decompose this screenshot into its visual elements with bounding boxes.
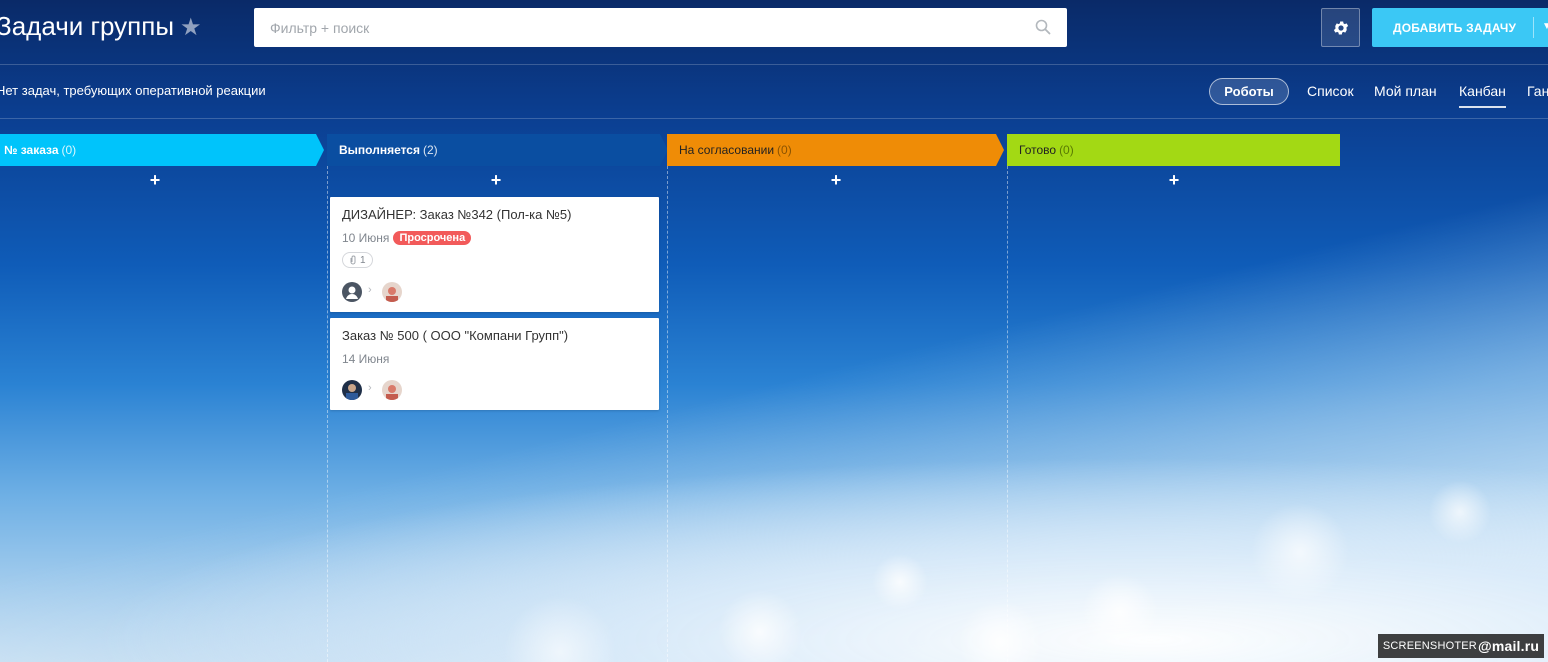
gear-icon <box>1333 20 1348 35</box>
add-card-button-approval[interactable]: + <box>826 170 846 190</box>
task-card[interactable]: Заказ № 500 ( ООО "Компани Групп") 14 Ию… <box>330 318 659 410</box>
watermark-right: @mail.ru <box>1477 638 1540 654</box>
responsible-avatar[interactable] <box>382 282 402 302</box>
column-count: (2) <box>422 143 438 157</box>
tab-list[interactable]: Список <box>1307 83 1354 99</box>
attachments-count: 1 <box>360 254 366 266</box>
column-header-new[interactable]: № заказа (0) <box>0 134 324 166</box>
task-date: 10 Июня <box>342 231 390 245</box>
chevron-right-icon: › <box>368 382 372 394</box>
header-divider <box>0 64 1548 65</box>
column-divider <box>327 166 328 662</box>
watermark-left: SCREENSHOTER <box>1382 640 1477 652</box>
star-icon[interactable]: ★ <box>180 14 202 41</box>
column-name: На согласовании <box>679 143 775 157</box>
column-name: № заказа <box>4 143 59 157</box>
tab-kanban[interactable]: Канбан <box>1459 83 1506 108</box>
column-name: Готово <box>1019 143 1057 157</box>
column-divider <box>1007 166 1008 662</box>
task-card[interactable]: ДИЗАЙНЕР: Заказ №342 (Пол-ка №5) 10 Июня… <box>330 197 659 312</box>
notice-text: Нет задач, требующих оперативной реакции <box>0 83 266 98</box>
search-icon[interactable] <box>1034 18 1052 36</box>
column-header-done[interactable]: Готово (0) <box>1007 134 1340 166</box>
task-title[interactable]: Заказ № 500 ( ООО "Компани Групп") <box>342 328 568 343</box>
column-header-in-progress[interactable]: Выполняется (2) <box>327 134 668 166</box>
add-card-button-in-progress[interactable]: + <box>486 170 506 190</box>
page-title: Задачи группы ★ <box>0 11 202 42</box>
column-header-approval[interactable]: На согласовании (0) <box>667 134 1004 166</box>
column-arrow <box>996 134 1004 166</box>
paperclip-icon <box>350 255 356 265</box>
subheader-divider <box>0 118 1548 119</box>
column-arrow <box>316 134 324 166</box>
button-divider <box>1533 17 1534 38</box>
screenshoter-watermark: SCREENSHOTER @mail.ru <box>1378 634 1544 658</box>
creator-avatar[interactable] <box>342 380 362 400</box>
add-card-button-new[interactable]: + <box>145 170 165 190</box>
attachments-counter[interactable]: 1 <box>342 252 373 268</box>
page-title-text: Задачи группы <box>0 11 175 41</box>
column-name: Выполняется <box>339 143 420 157</box>
overdue-badge: Просрочена <box>393 231 472 245</box>
column-divider <box>667 166 668 662</box>
tab-gantt[interactable]: Ган <box>1527 83 1548 99</box>
tab-my-plan[interactable]: Мой план <box>1374 83 1437 99</box>
column-count: (0) <box>777 143 792 157</box>
responsible-avatar[interactable] <box>382 380 402 400</box>
add-card-button-done[interactable]: + <box>1164 170 1184 190</box>
chevron-right-icon: › <box>368 284 372 296</box>
settings-button[interactable] <box>1321 8 1360 47</box>
task-title[interactable]: ДИЗАЙНЕР: Заказ №342 (Пол-ка №5) <box>342 207 572 222</box>
chevron-down-icon[interactable]: ▼ <box>1542 21 1548 32</box>
task-deadline: 14 Июня <box>342 352 389 366</box>
creator-avatar[interactable] <box>342 282 362 302</box>
search-input[interactable] <box>254 8 1067 47</box>
task-deadline: 10 Июня Просрочена <box>342 231 472 245</box>
add-task-label: Добавить задачу <box>1393 20 1517 35</box>
column-count: (0) <box>61 143 77 157</box>
column-count: (0) <box>1059 143 1074 157</box>
robots-button[interactable]: Роботы <box>1209 78 1289 105</box>
task-date: 14 Июня <box>342 352 390 366</box>
background-clouds <box>0 402 1548 662</box>
add-task-button[interactable]: Добавить задачу ▼ <box>1372 8 1548 47</box>
